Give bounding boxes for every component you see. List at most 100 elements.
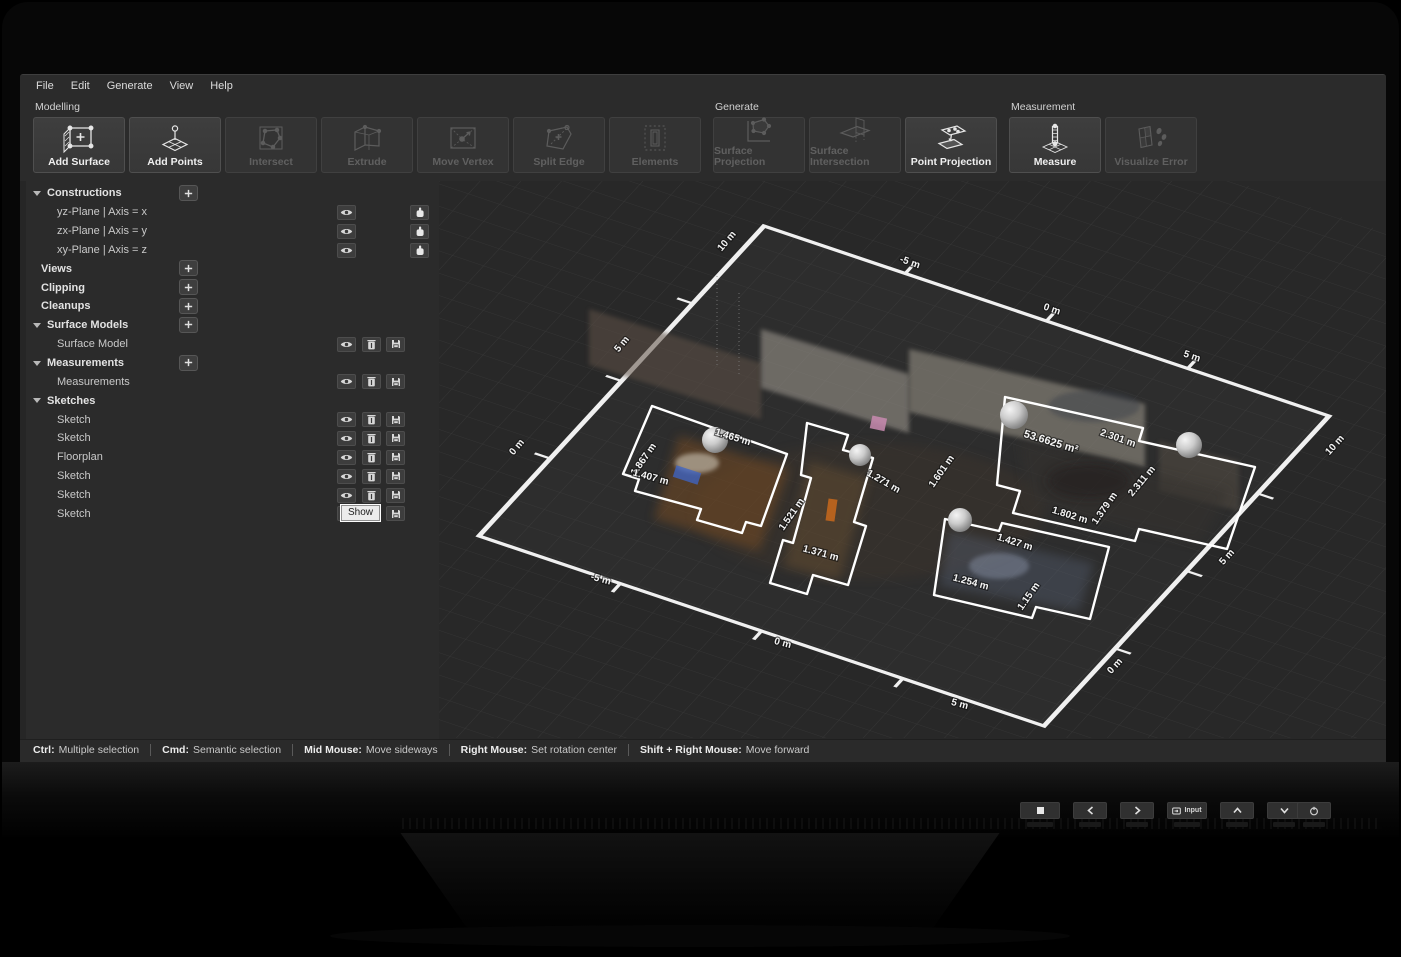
delete-trash-button[interactable]: [362, 450, 381, 465]
measure-icon: [1035, 118, 1075, 157]
menu-help[interactable]: Help: [207, 78, 236, 94]
osd-power-button[interactable]: [1297, 802, 1331, 819]
item-label: zx-Plane | Axis = y: [57, 225, 147, 237]
visibility-eye-button[interactable]: [337, 450, 356, 465]
grab-hand-button[interactable]: [410, 224, 429, 239]
tree-item-sketch-4[interactable]: Sketch: [20, 486, 439, 505]
group-label: Generate: [715, 101, 997, 113]
delete-trash-button[interactable]: [362, 431, 381, 446]
sidebar-section-clipping[interactable]: Clipping: [20, 278, 439, 297]
tree-item-surface-model[interactable]: Surface Model: [20, 335, 439, 354]
tree-item-yz-plane[interactable]: yz-Plane | Axis = x: [20, 203, 439, 222]
app-window: File Edit Generate View Help Modelling: [20, 74, 1386, 765]
surface-projection-icon: [739, 114, 779, 146]
visibility-eye-button[interactable]: [337, 374, 356, 389]
save-disk-button[interactable]: [386, 469, 405, 484]
menu-file[interactable]: File: [33, 78, 57, 94]
delete-trash-button[interactable]: [362, 469, 381, 484]
tree-item-floorplan[interactable]: Floorplan: [20, 448, 439, 467]
add-points-button[interactable]: Add Points: [129, 117, 221, 173]
save-disk-button[interactable]: [386, 412, 405, 427]
tree-item-sketch-2[interactable]: Sketch: [20, 429, 439, 448]
elements-icon: [635, 118, 675, 157]
add-surface-button[interactable]: Add Surface: [33, 117, 125, 173]
visibility-eye-button[interactable]: [337, 431, 356, 446]
osd-right-button[interactable]: [1120, 802, 1154, 819]
expander-icon[interactable]: [33, 398, 41, 403]
intersect-button: Intersect: [225, 117, 317, 173]
add-cleanup-button[interactable]: [179, 298, 198, 314]
save-disk-button[interactable]: [386, 450, 405, 465]
tree-item-zx-plane[interactable]: zx-Plane | Axis = y: [20, 222, 439, 241]
sidebar-section-sketches[interactable]: Sketches: [20, 391, 439, 410]
osd-input-button[interactable]: Input: [1167, 802, 1207, 819]
visualize-error-button: Visualize Error: [1105, 117, 1197, 173]
button-label: Split Edge: [533, 157, 584, 168]
sidebar-section-surface-models[interactable]: Surface Models: [20, 316, 439, 335]
button-label: Extrude: [347, 157, 386, 168]
add-view-button[interactable]: [179, 260, 198, 276]
visibility-eye-button[interactable]: [337, 412, 356, 427]
surface-intersection-icon: [835, 114, 875, 146]
hint-shift-right-mouse: Shift + Right Mouse:Move forward: [640, 744, 809, 756]
tree-item-xy-plane[interactable]: xy-Plane | Axis = z: [20, 241, 439, 260]
menu-view[interactable]: View: [167, 78, 197, 94]
add-measurement-button[interactable]: [179, 355, 198, 371]
expander-icon[interactable]: [33, 191, 41, 196]
menu-generate[interactable]: Generate: [104, 78, 156, 94]
osd-up-button[interactable]: [1220, 802, 1254, 819]
visibility-eye-button[interactable]: [337, 469, 356, 484]
delete-trash-button[interactable]: [362, 337, 381, 352]
button-label: Add Points: [147, 157, 202, 168]
visibility-eye-button[interactable]: [337, 205, 356, 220]
grab-hand-button[interactable]: [410, 243, 429, 258]
surface-intersection-button: Surface Intersection: [809, 117, 901, 173]
delete-trash-button[interactable]: [362, 374, 381, 389]
visibility-eye-button[interactable]: [337, 224, 356, 239]
save-disk-button[interactable]: [386, 431, 405, 446]
osd-menu-button[interactable]: [1020, 802, 1060, 819]
hint-cmd: Cmd:Semantic selection: [162, 744, 281, 756]
osd-left-button[interactable]: [1073, 802, 1107, 819]
button-label: Move Vertex: [432, 157, 493, 168]
sphere-marker: [1176, 432, 1202, 458]
sidebar-section-views[interactable]: Views: [20, 259, 439, 278]
add-surface-model-button[interactable]: [179, 317, 198, 333]
add-clipping-button[interactable]: [179, 279, 198, 295]
button-label: Surface Intersection: [810, 146, 900, 168]
menu-edit[interactable]: Edit: [68, 78, 93, 94]
chevron-left-icon: [1087, 806, 1094, 815]
monitor-chin: Input: [2, 762, 1399, 837]
save-disk-button[interactable]: [386, 506, 405, 521]
expander-icon[interactable]: [33, 323, 41, 328]
save-disk-button[interactable]: [386, 488, 405, 503]
save-disk-button[interactable]: [386, 374, 405, 389]
visibility-eye-button[interactable]: [337, 243, 356, 258]
visualize-error-icon: [1131, 118, 1171, 157]
viewport-panel[interactable]: 10 m 5 m 0 m -5 m 0 m 5 m 10 m 5 m 0 m -…: [439, 181, 1386, 739]
visibility-eye-button[interactable]: [337, 488, 356, 503]
sidebar-section-cleanups[interactable]: Cleanups: [20, 297, 439, 316]
save-disk-button[interactable]: [386, 337, 405, 352]
button-label: Elements: [632, 157, 679, 168]
sidebar-section-measurements[interactable]: Measurements: [20, 354, 439, 373]
delete-trash-button[interactable]: [362, 412, 381, 427]
measure-button[interactable]: Measure: [1009, 117, 1101, 173]
osd-controls: Input: [1020, 802, 1301, 819]
point-projection-button[interactable]: Point Projection: [905, 117, 997, 173]
add-construction-button[interactable]: [179, 185, 198, 201]
section-label: Sketches: [47, 395, 95, 407]
tree-item-measurements[interactable]: Measurements: [20, 372, 439, 391]
visibility-eye-button[interactable]: [337, 337, 356, 352]
osd-down-button[interactable]: [1267, 802, 1301, 819]
delete-trash-button[interactable]: [362, 488, 381, 503]
viewport-3d-canvas[interactable]: 10 m 5 m 0 m -5 m 0 m 5 m 10 m 5 m 0 m -…: [439, 181, 1386, 738]
grab-hand-button[interactable]: [410, 205, 429, 220]
expander-icon[interactable]: [33, 361, 41, 366]
toolbar-group-modelling: Modelling Add Surface: [33, 101, 701, 173]
chevron-down-icon: [1280, 807, 1289, 814]
divider: [628, 744, 629, 756]
tree-item-sketch-1[interactable]: Sketch: [20, 410, 439, 429]
sidebar-section-constructions[interactable]: Constructions: [20, 184, 439, 203]
tree-item-sketch-3[interactable]: Sketch: [20, 467, 439, 486]
